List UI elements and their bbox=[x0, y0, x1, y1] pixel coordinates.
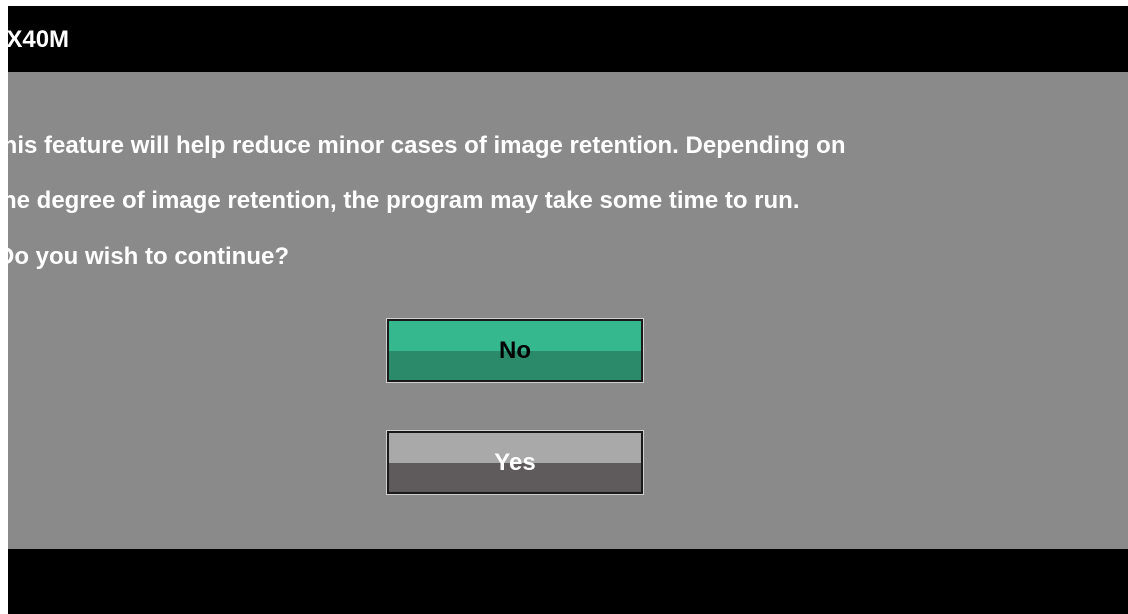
title-bar: 2X40M bbox=[8, 6, 1128, 72]
no-button[interactable]: No bbox=[386, 318, 644, 383]
osd-dialog: 2X40M This feature will help reduce mino… bbox=[8, 6, 1128, 614]
yes-button-label: Yes bbox=[494, 448, 536, 476]
message-line-3: Do you wish to continue? bbox=[8, 243, 289, 270]
message-line-1: This feature will help reduce minor case… bbox=[8, 132, 846, 159]
message-line-2: the degree of image retention, the progr… bbox=[8, 187, 800, 214]
yes-button[interactable]: Yes bbox=[386, 430, 644, 495]
no-button-label: No bbox=[499, 336, 531, 364]
footer-bar bbox=[8, 549, 1128, 614]
dialog-body: This feature will help reduce minor case… bbox=[8, 72, 1128, 549]
dialog-title: 2X40M bbox=[8, 26, 70, 53]
